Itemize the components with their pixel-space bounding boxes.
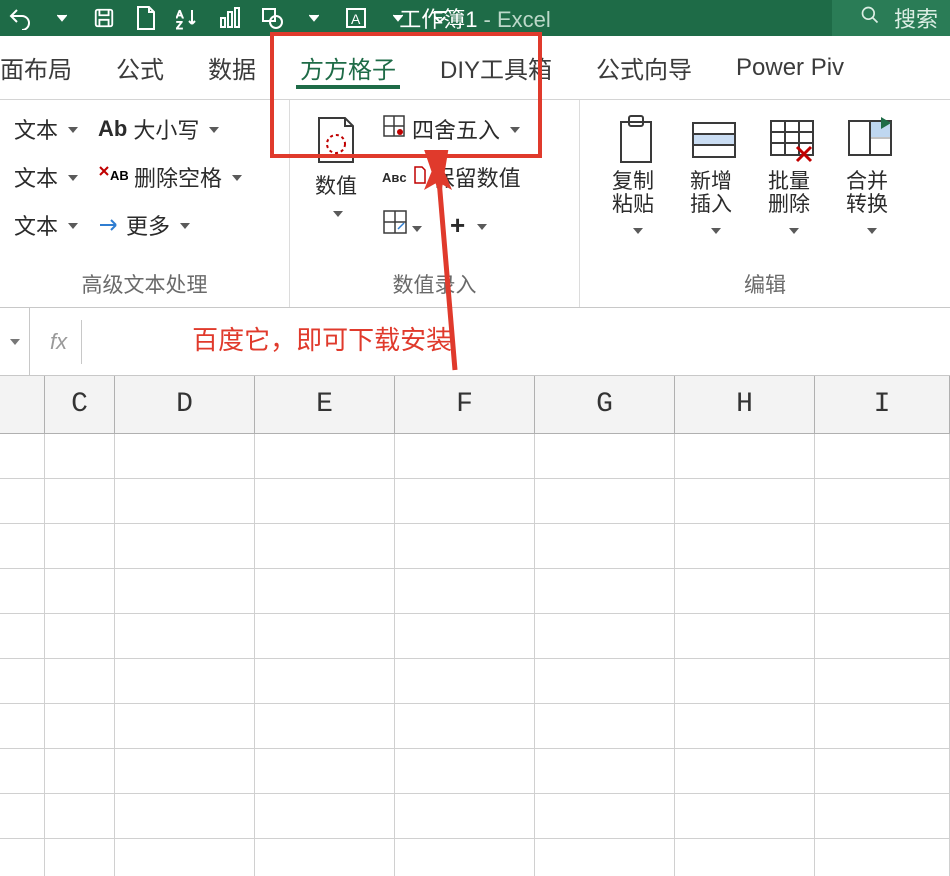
chevron-down-icon [506,116,520,142]
grid-row[interactable] [0,704,950,749]
textstyle-icon[interactable]: A [342,4,370,32]
col-header[interactable]: H [675,376,815,433]
redo-dropdown-icon[interactable] [48,4,76,32]
chart-icon[interactable] [216,4,244,32]
trim-icon: AB [98,164,128,190]
fx-label[interactable]: fx [30,329,81,355]
undo-icon[interactable] [6,4,34,32]
text-dropdown-1[interactable]: 文本 [10,108,80,150]
col-header[interactable]: I [815,376,950,433]
grid-row[interactable] [0,569,950,614]
col-header[interactable]: E [255,376,395,433]
svg-text:A: A [351,11,361,27]
insert-row-icon [686,112,742,168]
abc-icon: Aʙc [382,170,407,185]
grid-row[interactable] [0,434,950,479]
numeric-button[interactable]: 数值 [300,108,372,263]
col-header[interactable]: G [535,376,675,433]
grid-row[interactable] [0,749,950,794]
numeric-icon [308,112,364,168]
round-icon [382,114,406,144]
merge-icon [842,112,898,168]
group-label-num: 数值录入 [300,263,569,307]
quick-access-toolbar: AZ A [6,4,454,32]
tab-power-pivot[interactable]: Power Piv [714,36,866,99]
shape-icon[interactable] [258,4,286,32]
column-headers: C D E F G H I [0,376,950,434]
copy-paste-button[interactable]: 复制粘贴 [600,108,672,263]
formula-bar: fx 百度它，即可下载安装 [0,308,950,376]
group-label-edit: 编辑 [590,263,940,307]
case-icon: Ab [98,116,127,142]
fx-dropdown[interactable] [0,308,30,375]
grid-row[interactable] [0,659,950,704]
round-button[interactable]: 四舍五入 [378,108,525,150]
grid-row[interactable] [0,524,950,569]
tab-formula-wizard[interactable]: 公式向导 [574,36,714,99]
grid-row[interactable] [0,794,950,839]
doc-red-icon [413,164,427,190]
tab-data[interactable]: 数据 [186,36,278,99]
grid-row[interactable] [0,839,950,876]
trim-spaces-button[interactable]: AB 删除空格 [94,156,246,198]
case-button[interactable]: Ab 大小写 [94,108,246,150]
textstyle-dropdown-icon[interactable] [384,4,412,32]
new-doc-icon[interactable] [132,4,160,32]
svg-text:AB: AB [110,168,128,183]
grid-row[interactable] [0,479,950,524]
annotation-text: 百度它，即可下载安装 [82,320,950,364]
delete-grid-icon [764,112,820,168]
search-icon [860,5,880,31]
clipboard-icon [608,112,664,168]
text-dropdown-2[interactable]: 文本 [10,156,80,198]
sort-icon[interactable]: AZ [174,4,202,32]
insert-button[interactable]: 新增插入 [678,108,750,263]
merge-convert-button[interactable]: 合并转换 [834,108,906,263]
save-icon[interactable] [90,4,118,32]
tab-formulas[interactable]: 公式 [94,36,186,99]
titlebar: AZ A 工作簿1 - Excel 搜索 [0,0,950,36]
grid-row[interactable] [0,614,950,659]
cell-edit-icon[interactable] [382,209,422,241]
shape-dropdown-icon[interactable] [300,4,328,32]
edit-overflow[interactable] [912,108,930,263]
qat-overflow-icon[interactable] [426,4,454,32]
text-dropdown-3[interactable]: 文本 [10,204,80,246]
col-header[interactable]: F [395,376,535,433]
tab-page-layout[interactable]: 面布局 [0,36,94,99]
search-box[interactable]: 搜索 [832,0,950,36]
ribbon-tabs: 面布局 公式 数据 方方格子 DIY工具箱 公式向导 Power Piv [0,36,950,100]
plus-icon[interactable]: + [450,210,487,241]
app-name-suffix: - Excel [477,7,550,32]
tab-fangfang[interactable]: 方方格子 [278,36,418,99]
more-button[interactable]: 更多 [94,204,246,246]
arrow-right-icon [98,212,120,238]
ribbon: 文本 文本 文本 Ab 大小写 AB 删除空格 更多 高级文本处理 [0,100,950,308]
col-header[interactable]: C [45,376,115,433]
tab-diy-toolbox[interactable]: DIY工具箱 [418,36,574,99]
group-label-text: 高级文本处理 [10,263,279,307]
batch-delete-button[interactable]: 批量删除 [756,108,828,263]
search-placeholder: 搜索 [894,2,938,34]
svg-text:Z: Z [176,20,183,30]
keep-value-button[interactable]: Aʙc 保留数值 [378,156,525,198]
select-all-corner[interactable] [0,376,45,433]
spreadsheet-grid[interactable] [0,434,950,876]
col-header[interactable]: D [115,376,255,433]
